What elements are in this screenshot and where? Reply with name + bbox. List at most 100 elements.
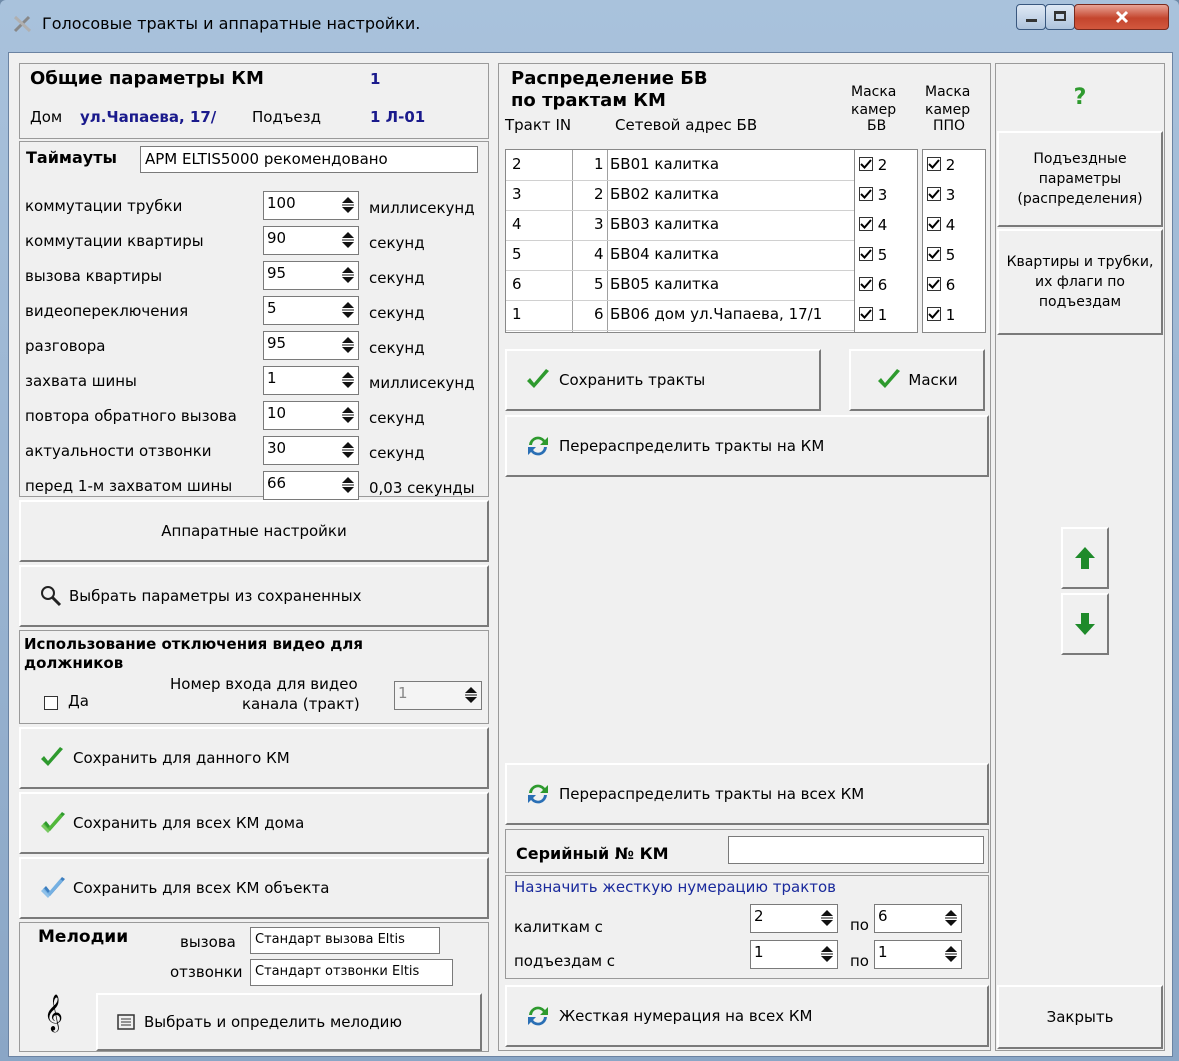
spinner-arrows-icon[interactable] [464, 685, 478, 705]
general-title: Общие параметры КМ [30, 68, 264, 89]
save-paths-button[interactable]: Сохранить тракты [505, 349, 821, 411]
move-up-button[interactable] [1061, 527, 1109, 589]
choose-melody-button[interactable]: Выбрать и определить мелодию [96, 993, 482, 1051]
video-input-spinner[interactable]: 1 [394, 681, 482, 710]
video-disable-checkbox[interactable] [44, 695, 58, 713]
mask-bv-item[interactable]: 4 [859, 216, 887, 246]
timeout-spinner[interactable]: 30 [263, 436, 359, 465]
redistribute-all-button[interactable]: Перераспределить тракты на всех КМ [505, 763, 989, 825]
distribution-table[interactable]: 2 1 БВ01 калитка 3 2 БВ02 калитка 4 3 БВ03 калит… [505, 149, 855, 333]
table-row[interactable]: 5 4 БВ04 калитка [506, 240, 854, 271]
table-row[interactable]: 3 2 БВ02 калитка [506, 180, 854, 211]
timeout-value: 90 [267, 229, 287, 247]
entrances-from-spinner[interactable]: 1 [750, 940, 838, 969]
mask-checkbox[interactable] [927, 157, 941, 171]
mask-checkbox[interactable] [927, 217, 941, 231]
mask-checkbox[interactable] [859, 187, 873, 201]
spinner-arrows-icon[interactable] [341, 335, 355, 355]
minimize-button[interactable] [1016, 4, 1046, 30]
mask-bv-item[interactable]: 6 [859, 276, 887, 306]
serial-panel: Серийный № КМ [505, 829, 989, 873]
entrance-params-button[interactable]: Подъездные параметры (распределения) [997, 131, 1163, 227]
app-window: Голосовые тракты и аппаратные настройки.… [0, 0, 1179, 1061]
table-row[interactable]: 4 3 БВ03 калитка [506, 210, 854, 241]
spinner-arrows-icon[interactable] [820, 944, 834, 964]
timeout-spinner[interactable]: 1 [263, 366, 359, 395]
mask-checkbox[interactable] [927, 307, 941, 321]
spinner-arrows-icon[interactable] [820, 908, 834, 928]
melody-callback-input[interactable]: Стандарт отзвонки Eltis [250, 959, 453, 986]
spinner-arrows-icon[interactable] [341, 230, 355, 250]
spinner-arrows-icon[interactable] [341, 370, 355, 390]
spinner-arrows-icon[interactable] [341, 440, 355, 460]
mask-checkbox[interactable] [859, 157, 873, 171]
timeout-spinner[interactable]: 90 [263, 226, 359, 255]
spinner-arrows-icon[interactable] [944, 908, 958, 928]
timeouts-preset-input[interactable]: АРМ ELTIS5000 рекомендовано [140, 146, 478, 173]
mask-checkbox[interactable] [859, 307, 873, 321]
move-down-button[interactable] [1061, 593, 1109, 655]
table-row[interactable]: 1 6 БВ06 дом ул.Чапаева, 17/1 [506, 300, 854, 331]
mask-ppo-item[interactable]: 5 [927, 246, 955, 276]
choose-saved-button[interactable]: Выбрать параметры из сохраненных [19, 565, 489, 627]
mask-bv-item[interactable]: 3 [859, 186, 887, 216]
table-row[interactable]: 2 1 БВ01 калитка [506, 150, 854, 181]
mask-value: 3 [945, 186, 956, 204]
hard-numbering-button[interactable]: Жесткая нумерация на всех КМ [505, 985, 989, 1047]
mask-ppo-item[interactable]: 1 [927, 306, 955, 336]
mask-ppo-item[interactable]: 3 [927, 186, 955, 216]
mask-ppo-column[interactable]: 2 3 4 5 6 1 [922, 149, 986, 333]
timeout-spinner[interactable]: 66 [263, 471, 359, 500]
save-this-km-button[interactable]: Сохранить для данного КМ [19, 727, 489, 789]
mask-checkbox[interactable] [927, 247, 941, 261]
mask-checkbox[interactable] [859, 247, 873, 261]
timeout-spinner[interactable]: 10 [263, 401, 359, 430]
mask-ppo-item[interactable]: 6 [927, 276, 955, 306]
maximize-button[interactable] [1045, 4, 1075, 30]
gates-to-spinner[interactable]: 6 [874, 904, 962, 933]
apartments-button[interactable]: Квартиры и трубки, их флаги по подъездам [997, 229, 1163, 335]
masks-button[interactable]: Маски [849, 349, 985, 411]
in-cell: 3 [594, 215, 604, 233]
timeout-spinner[interactable]: 100 [263, 191, 359, 220]
spinner-arrows-icon[interactable] [944, 944, 958, 964]
timeout-spinner[interactable]: 5 [263, 296, 359, 325]
table-row[interactable]: 6 5 БВ05 калитка [506, 270, 854, 301]
melody-file-icon [117, 1014, 135, 1030]
mask-ppo-item[interactable]: 2 [927, 156, 955, 186]
mask-bv-item[interactable]: 2 [859, 156, 887, 186]
save-object-button[interactable]: Сохранить для всех КМ объекта [19, 857, 489, 919]
mask-checkbox[interactable] [859, 217, 873, 231]
close-window-button[interactable] [1074, 4, 1169, 30]
serial-input[interactable] [728, 836, 984, 864]
melody-call-input[interactable]: Стандарт вызова Eltis [250, 927, 440, 954]
timeout-spinner[interactable]: 95 [263, 331, 359, 360]
close-button[interactable]: Закрыть [997, 985, 1163, 1049]
redistribute-button[interactable]: Перераспределить тракты на КМ [505, 415, 989, 477]
mask-bv-column[interactable]: 2 3 4 5 6 1 [854, 149, 918, 333]
in-cell: 6 [594, 305, 604, 323]
redistribute-label: Перераспределить тракты на КМ [559, 437, 825, 455]
timeout-spinner[interactable]: 95 [263, 261, 359, 290]
spinner-arrows-icon[interactable] [341, 475, 355, 495]
mask-checkbox[interactable] [927, 277, 941, 291]
timeout-label: разговора [25, 337, 106, 355]
mask-checkbox[interactable] [927, 187, 941, 201]
spinner-arrows-icon[interactable] [341, 300, 355, 320]
entrances-to-spinner[interactable]: 1 [874, 940, 962, 969]
gates-from-spinner[interactable]: 2 [750, 904, 838, 933]
gates-to-label: по [850, 916, 869, 934]
spinner-arrows-icon[interactable] [341, 195, 355, 215]
help-button[interactable]: ? [997, 65, 1163, 129]
mask-bv-item[interactable]: 1 [859, 306, 887, 336]
spinner-arrows-icon[interactable] [341, 265, 355, 285]
spinner-arrows-icon[interactable] [341, 405, 355, 425]
mask-bv-item[interactable]: 5 [859, 246, 887, 276]
save-house-button[interactable]: Сохранить для всех КМ дома [19, 792, 489, 854]
mask-checkbox[interactable] [859, 277, 873, 291]
hardware-settings-button[interactable]: Аппаратные настройки [19, 500, 489, 562]
tools-icon [13, 15, 32, 33]
timeout-value: 95 [267, 334, 287, 352]
masks-label: Маски [908, 371, 958, 389]
mask-ppo-item[interactable]: 4 [927, 216, 955, 246]
